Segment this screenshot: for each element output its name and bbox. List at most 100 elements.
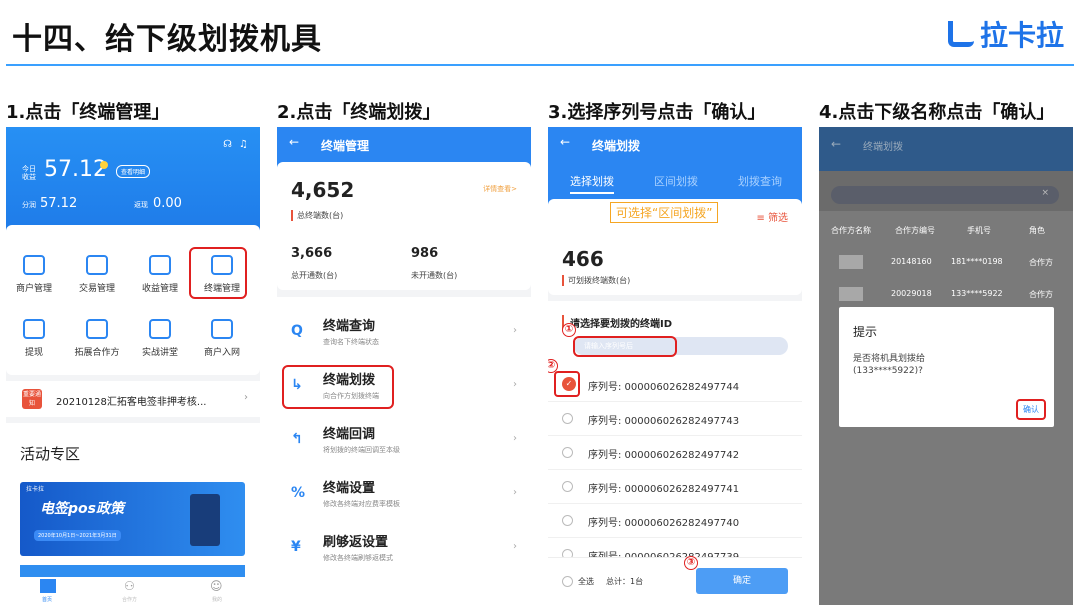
banner-title: 电签pos政策 (40, 501, 124, 517)
serial-row[interactable]: 序列号: 000006026282497741 (548, 470, 802, 504)
calendar-icon (86, 255, 108, 275)
bell-icon[interactable]: ♫ (239, 139, 248, 150)
detail-link[interactable]: 详情查看> (483, 184, 517, 194)
grid-trade-mgmt[interactable]: 交易管理 (71, 255, 123, 294)
grid-label: 商户管理 (15, 284, 52, 294)
chevron-right-icon: › (513, 325, 517, 336)
partner-phone: 181****0198 (951, 257, 1003, 266)
avatar-placeholder (839, 287, 863, 301)
menu-terminal-recall[interactable]: ↰ 终端回调 将划拨的终端回调至本级 › (277, 413, 531, 467)
menu-subtitle: 修改各终端刷够返模式 (323, 554, 393, 562)
home-tab-icon[interactable] (40, 579, 56, 593)
today-label: 今日 (22, 165, 36, 173)
partner-search-input[interactable]: × (831, 186, 1059, 204)
profit-value: 57.12 (40, 196, 78, 211)
tab-mine[interactable]: 我的 (212, 596, 222, 603)
people-icon (86, 319, 108, 339)
select-all-radio-icon[interactable] (562, 576, 573, 587)
cashback-label: 返现 (134, 201, 148, 209)
radio-icon (562, 481, 573, 492)
profit-label: 分润 (22, 201, 36, 209)
menu-cashback-settings[interactable]: ¥ 刷够返设置 修改各终端刷够返模式 › (277, 521, 531, 575)
banner-date: 2020年10月1日~2021年3月31日 (34, 530, 121, 541)
partner-role: 合作方 (1029, 258, 1053, 267)
screen-terminal-transfer: ← 终端划拨 选择划拨 区间划拨 划拨查询 可选择“区间划拨” ≡ 筛选 466… (548, 127, 802, 605)
serial-text: 序列号: 000006026282497744 (588, 382, 740, 393)
tab-range-transfer[interactable]: 区间划拨 (654, 173, 698, 189)
menu-subtitle: 将划拨的终端回调至本级 (323, 446, 400, 454)
tab-partner[interactable]: 合作方 (122, 596, 137, 603)
partner-tab-icon[interactable]: ⚇ (124, 579, 135, 593)
grid-withdraw[interactable]: 提现 (8, 319, 60, 358)
dialog-confirm-button[interactable]: 确认 (1016, 399, 1046, 420)
search-icon: Q (291, 323, 303, 339)
home-header: ☊ ♫ 今日 收益 57.12 查看明细 分润 57.12 返现 0.00 (6, 127, 260, 239)
highlight-search (573, 336, 677, 357)
confirm-button[interactable]: 确定 (696, 568, 788, 594)
clear-icon[interactable]: × (1041, 188, 1049, 198)
partner-role: 合作方 (1029, 290, 1053, 299)
merchant-icon (23, 255, 45, 275)
serial-row[interactable]: 序列号: 000006026282497743 (548, 402, 802, 436)
title-divider (6, 64, 1074, 66)
filter-button[interactable]: ≡ 筛选 (756, 209, 788, 224)
transferable-label: 可划拨终端数(台) (562, 275, 630, 286)
screen-home: ☊ ♫ 今日 收益 57.12 查看明细 分润 57.12 返现 0.00 商户管… (6, 127, 260, 605)
menu-title: 终端查询 (323, 319, 376, 334)
chart-icon (149, 255, 171, 275)
summary-card: 4,652 详情查看> 总终端数(台) 3,666 总开通数(台) 986 未开… (277, 162, 531, 290)
grid-merchant-mgmt[interactable]: 商户管理 (8, 255, 60, 294)
col-header: 角色 (1029, 226, 1045, 235)
highlight-terminal-transfer (282, 365, 394, 409)
grid-partners[interactable]: 拓展合作方 (71, 319, 123, 358)
headset-icon[interactable]: ☊ (223, 139, 232, 150)
back-arrow-icon[interactable]: ← (831, 137, 841, 151)
search-area: × (819, 171, 1073, 211)
dot-icon (100, 161, 108, 169)
serial-row[interactable]: 序列号: 000006026282497742 (548, 436, 802, 470)
back-arrow-icon[interactable]: ← (289, 135, 299, 149)
notice-bar[interactable]: 重要通知 20210128汇拓客电签非押考核... › (6, 381, 260, 417)
screen-choose-partner: ← 终端划拨 × 合作方名称 合作方编号 手机号 角色 20148160 181… (819, 127, 1073, 605)
transferable-count: 466 (562, 247, 604, 271)
range-transfer-annotation: 可选择“区间划拨” (610, 202, 719, 223)
col-header: 合作方编号 (895, 226, 935, 235)
serial-row-selected[interactable]: ✓ 序列号: 000006026282497744 (548, 368, 802, 402)
partner-phone: 133****5922 (951, 289, 1003, 298)
total-label: 总终端数(台) (291, 210, 343, 221)
menu-terminal-settings[interactable]: % 终端设置 修改各终端对应费率模板 › (277, 467, 531, 521)
grid-income-mgmt[interactable]: 收益管理 (134, 255, 186, 294)
serial-text: 序列号: 000006026282497742 (588, 450, 740, 461)
banner-brand: 拉卡拉 (26, 486, 45, 493)
chevron-right-icon: › (513, 541, 517, 552)
view-detail-button[interactable]: 查看明细 (116, 165, 151, 178)
chevron-right-icon: › (244, 392, 248, 403)
mine-tab-icon[interactable]: ☺ (210, 579, 223, 593)
notice-text: 20210128汇拓客电签非押考核... (56, 397, 207, 408)
tab-transfer-query[interactable]: 划拨查询 (738, 173, 782, 189)
grid-onboarding[interactable]: 商户入网 (196, 319, 248, 358)
grid-label: 拓展合作方 (74, 348, 120, 358)
promo-banner[interactable]: 拉卡拉 电签pos政策 2020年10月1日~2021年3月31日 (20, 482, 245, 556)
serial-row[interactable]: 序列号: 000006026282497739 (548, 538, 802, 558)
confirm-dialog: 提示 是否将机具划拨给(133****5922)? 确认 (839, 307, 1054, 427)
grid-label: 实战讲堂 (141, 348, 178, 358)
select-all-label[interactable]: 全选 (578, 576, 594, 587)
serial-text: 序列号: 000006026282497743 (588, 416, 740, 427)
tab-home[interactable]: 首页 (42, 596, 52, 603)
back-arrow-icon[interactable]: ← (560, 135, 570, 149)
filter-icon: ≡ (756, 213, 768, 224)
tab-select-transfer[interactable]: 选择划拨 (570, 173, 614, 194)
open-count: 3,666 (291, 246, 333, 261)
grid-lessons[interactable]: 实战讲堂 (134, 319, 186, 358)
serial-row[interactable]: 序列号: 000006026282497740 (548, 504, 802, 538)
col-header: 手机号 (967, 226, 991, 235)
partner-id: 20148160 (891, 257, 932, 266)
withdraw-icon (23, 319, 45, 339)
notice-badge: 重要通知 (22, 389, 42, 409)
radio-icon (562, 413, 573, 424)
return-icon: ↰ (291, 431, 303, 447)
radio-icon (562, 447, 573, 458)
menu-list: Q 终端查询 查询名下终端状态 › ↳ 终端划拨 向合作方划拨终端 › ↰ 终端回调 将划拨的终… (277, 297, 531, 605)
menu-terminal-query[interactable]: Q 终端查询 查询名下终端状态 › (277, 305, 531, 359)
